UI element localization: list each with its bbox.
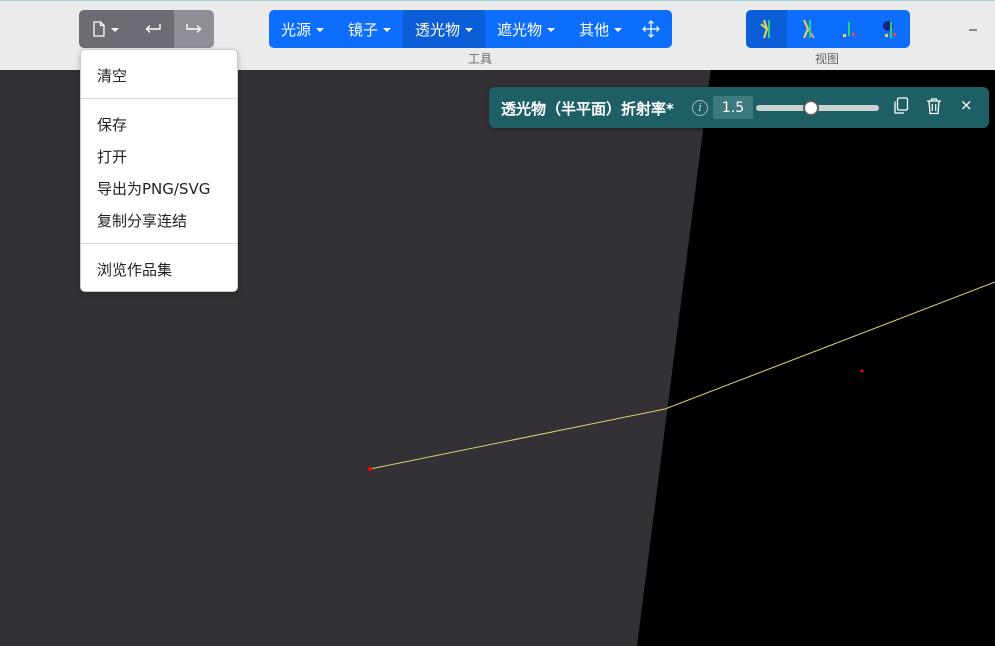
- tool-label: 透光物: [415, 20, 461, 39]
- view-observer-icon: [882, 21, 896, 38]
- duplicate-button[interactable]: [893, 97, 909, 115]
- redo-icon: [186, 24, 202, 33]
- object-property-bar: 透光物（半平面）折射率* i ×: [489, 87, 989, 128]
- tools-button-group: 光源 镜子 透光物 遮光物 其他: [269, 10, 673, 48]
- chevron-down-icon: [465, 28, 474, 32]
- duplicate-icon: [894, 97, 909, 114]
- view-extended-rays-icon: [802, 19, 815, 39]
- tool-light-source[interactable]: 光源: [269, 10, 336, 48]
- chevron-down-icon: [111, 28, 119, 32]
- file-icon: [93, 21, 105, 37]
- refractive-index-input[interactable]: [713, 96, 753, 119]
- object-property-title: 透光物（半平面）折射率*: [501, 100, 674, 118]
- tool-glass[interactable]: 透光物: [403, 10, 486, 48]
- file-button-group: [79, 10, 214, 48]
- view-all-images-icon: [842, 22, 855, 37]
- chevron-down-icon: [614, 28, 623, 32]
- undo-icon: [145, 24, 161, 33]
- menu-divider: [81, 243, 237, 244]
- ray-source-point[interactable]: [368, 467, 372, 471]
- tool-label: 镜子: [348, 20, 379, 39]
- view-mode-all-images[interactable]: [828, 10, 869, 48]
- move-view-button[interactable]: [634, 10, 672, 48]
- menu-item-clear[interactable]: 清空: [97, 65, 127, 86]
- undo-button[interactable]: [132, 10, 174, 48]
- view-group-label: 视图: [815, 52, 840, 66]
- trash-icon: [927, 98, 941, 115]
- chevron-down-icon: [547, 28, 556, 32]
- info-icon[interactable]: i: [692, 100, 708, 116]
- close-icon[interactable]: ×: [960, 96, 973, 114]
- menu-item-copy-share-link[interactable]: 复制分享连结: [97, 210, 187, 231]
- view-mode-observer[interactable]: [869, 10, 910, 48]
- menu-item-export[interactable]: 导出为PNG/SVG: [97, 178, 210, 199]
- tools-group-label: 工具: [468, 52, 493, 66]
- tool-mirror[interactable]: 镜子: [336, 10, 403, 48]
- move-icon: [642, 20, 660, 38]
- tool-label: 遮光物: [497, 20, 543, 39]
- menu-item-gallery[interactable]: 浏览作品集: [97, 259, 172, 280]
- tool-label: 其他: [579, 20, 610, 39]
- slider-thumb[interactable]: [803, 100, 820, 116]
- redo-button[interactable]: [174, 10, 214, 48]
- menu-divider: [81, 98, 237, 99]
- tool-blocker[interactable]: 遮光物: [485, 10, 567, 48]
- view-mode-rays[interactable]: [746, 10, 787, 48]
- tool-label: 光源: [281, 20, 312, 39]
- chevron-down-icon: [316, 28, 325, 32]
- view-button-group: [746, 10, 910, 48]
- tool-other[interactable]: 其他: [567, 10, 634, 48]
- file-dropdown-menu: 清空 保存 打开 导出为PNG/SVG 复制分享连结 浏览作品集: [80, 49, 238, 292]
- file-menu-button[interactable]: [79, 10, 132, 48]
- delete-button[interactable]: [926, 97, 942, 115]
- chevron-down-icon: [383, 28, 392, 32]
- view-mode-extended-rays[interactable]: [787, 10, 828, 48]
- minimize-icon[interactable]: [969, 29, 977, 31]
- glass-control-point[interactable]: [860, 369, 864, 373]
- view-rays-icon: [759, 19, 770, 39]
- menu-item-open[interactable]: 打开: [97, 146, 127, 167]
- menu-item-save[interactable]: 保存: [97, 114, 127, 135]
